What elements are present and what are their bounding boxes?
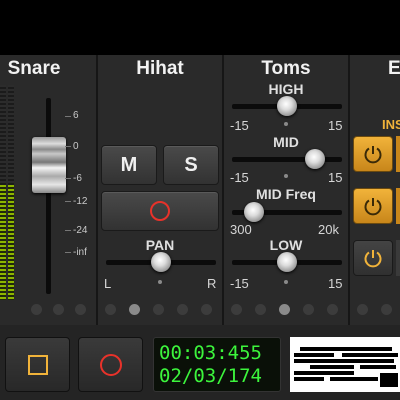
record-icon <box>150 201 170 221</box>
mute-button[interactable]: M <box>101 145 157 185</box>
track-overview-bar <box>294 353 334 357</box>
song-overview[interactable] <box>290 337 400 392</box>
track-overview-bar <box>294 377 324 381</box>
insert-label: INS <box>382 117 400 132</box>
scale-tick <box>65 116 71 117</box>
channel-name-hihat: Hihat <box>136 58 184 79</box>
time-readout: 00:03:455 <box>159 342 262 364</box>
eq-high-max: 15 <box>328 118 343 133</box>
pan-max-label: R <box>207 276 217 291</box>
track-overview-bar <box>294 359 394 363</box>
channel-name-toms: Toms <box>261 58 311 79</box>
scale-tick <box>65 230 71 231</box>
scale-label: -6 <box>73 173 82 184</box>
eq-mid-knob[interactable] <box>304 149 325 169</box>
eq-low-min: -15 <box>230 276 249 291</box>
scale-label: -24 <box>73 225 88 236</box>
center-dot <box>284 122 288 126</box>
scale-label: 0 <box>73 141 79 152</box>
center-dot <box>158 280 162 284</box>
pan-min-label: L <box>104 276 112 291</box>
level-meter-left-active <box>0 185 6 300</box>
scale-tick <box>65 201 71 202</box>
eq-midfreq-knob[interactable] <box>244 202 264 222</box>
center-dot <box>284 174 288 178</box>
record-button[interactable] <box>78 337 143 392</box>
center-dot <box>284 280 288 284</box>
scale-label: 6 <box>73 110 79 121</box>
eq-high-knob[interactable] <box>277 96 297 116</box>
eq-high-title: HIGH <box>268 81 304 97</box>
track-overview-bar <box>360 365 396 369</box>
record-arm-button[interactable] <box>101 191 219 231</box>
scale-tick <box>65 178 71 179</box>
track-overview-bar <box>310 365 354 369</box>
stop-icon <box>27 354 48 375</box>
level-meter-left <box>0 85 6 185</box>
eq-mid-max: 15 <box>328 170 343 185</box>
level-meter-right <box>8 85 14 185</box>
volume-fader-track[interactable] <box>46 98 51 294</box>
scale-label: -inf <box>73 247 87 258</box>
indicator-dot <box>327 304 338 315</box>
channel-name-snare: Snare <box>7 58 61 79</box>
eq-low-knob[interactable] <box>277 252 297 272</box>
eq-mid-min: -15 <box>230 170 249 185</box>
power-icon <box>364 146 382 164</box>
indicator-dot-active <box>279 304 290 315</box>
indicator-dot <box>153 304 164 315</box>
indicator-dot <box>357 304 368 315</box>
eq-mid-title: MID <box>273 134 299 150</box>
scale-label: -12 <box>73 196 88 207</box>
eq-midfreq-title: MID Freq <box>256 186 316 202</box>
eq-low-max: 15 <box>328 276 343 291</box>
track-overview-bar <box>330 377 378 381</box>
top-bar <box>0 0 400 55</box>
track-overview-bar <box>342 353 398 357</box>
track-overview-bar <box>294 371 354 375</box>
insert-slot-edge <box>396 136 400 172</box>
indicator-dot <box>303 304 314 315</box>
channel-name-partial: E <box>388 58 400 79</box>
indicator-dot <box>381 304 392 315</box>
insert-slot-edge <box>396 240 400 276</box>
position-readout: 02/03/174 <box>159 365 262 387</box>
indicator-dot <box>255 304 266 315</box>
indicator-dot-active <box>129 304 140 315</box>
indicator-dot <box>231 304 242 315</box>
stop-button[interactable] <box>5 337 70 392</box>
indicator-dot <box>75 304 86 315</box>
record-icon <box>99 353 122 376</box>
power-icon <box>364 198 382 216</box>
mute-label: M <box>120 153 138 176</box>
track-overview-bar <box>300 347 392 351</box>
indicator-dot <box>31 304 42 315</box>
solo-label: S <box>184 153 198 176</box>
power-icon <box>364 250 382 268</box>
volume-fader-handle[interactable] <box>32 137 66 193</box>
insert-slot-1-power[interactable] <box>353 136 393 172</box>
insert-slot-3-power[interactable] <box>353 240 393 276</box>
level-meter-right-active <box>8 185 14 300</box>
playhead-block <box>380 373 398 387</box>
pan-title: PAN <box>145 237 175 253</box>
eq-high-min: -15 <box>230 118 249 133</box>
time-display: 00:03:455 02/03/174 <box>153 337 281 392</box>
indicator-dot <box>177 304 188 315</box>
eq-midfreq-max: 20k <box>318 222 339 237</box>
insert-slot-2-power[interactable] <box>353 188 393 224</box>
eq-midfreq-min: 300 <box>230 222 252 237</box>
pan-knob[interactable] <box>151 252 171 272</box>
insert-slot-edge <box>396 188 400 224</box>
indicator-dot <box>201 304 212 315</box>
scale-tick <box>65 146 71 147</box>
eq-low-title: LOW <box>269 237 303 253</box>
channel-divider <box>348 55 350 325</box>
solo-button[interactable]: S <box>163 145 219 185</box>
scale-tick <box>65 252 71 253</box>
channel-divider <box>96 55 98 325</box>
indicator-dot <box>105 304 116 315</box>
eq-mid-slider[interactable] <box>232 157 342 162</box>
indicator-dot <box>53 304 64 315</box>
